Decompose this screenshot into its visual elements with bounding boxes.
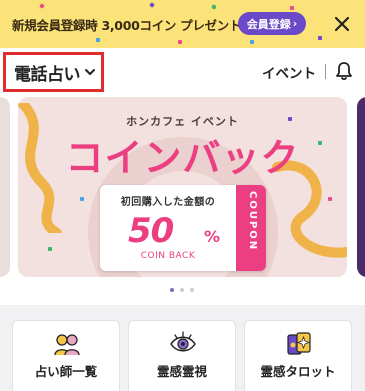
app-header: 電話占い イベント (0, 48, 365, 95)
confetti-decoration (290, 6, 294, 10)
bell-icon[interactable] (334, 60, 354, 82)
chevron-right-icon: › (292, 17, 298, 30)
confetti-decoration (80, 197, 84, 201)
coupon-card: 初回購入した金額の 50 % COIN BACK COUPON (100, 185, 266, 271)
promo-banner: 新規会員登録時 3,000コイン プレゼント! 会員登録 › (0, 0, 365, 48)
carousel-slide-coin-back[interactable]: ホンカフェ イベント コインバック 初回購入した金額の 50 % COIN BA… (18, 97, 347, 277)
event-link[interactable]: イベント (262, 62, 316, 82)
category-label: 霊感タロット (260, 364, 336, 379)
carousel-dot[interactable] (180, 288, 184, 292)
promo-carousel[interactable]: ホンカフェ イベント コインバック 初回購入した金額の 50 % COIN BA… (0, 95, 365, 305)
category-psychic-tarot[interactable]: 霊感タロット (244, 320, 352, 391)
confetti-decoration (48, 247, 52, 251)
coupon-stub: COUPON (236, 185, 266, 271)
register-button-label: 会員登録 (246, 17, 291, 31)
tarot-cards-icon (287, 332, 311, 355)
category-section: 占い師一覧 霊感霊視 霊感タロット (0, 305, 365, 391)
category-psychic-vision[interactable]: 霊感霊視 (128, 320, 236, 391)
confetti-decoration (211, 4, 217, 10)
slide-headline: コインバック (65, 136, 300, 180)
category-fortune-tellers[interactable]: 占い師一覧 (12, 320, 120, 391)
site-selector[interactable]: 電話占い (3, 52, 104, 92)
confetti-decoration (39, 3, 45, 9)
fortune-tellers-icon (54, 334, 80, 356)
confetti-decoration (149, 2, 155, 8)
confetti-decoration (250, 40, 254, 44)
carousel-dot[interactable] (190, 288, 194, 292)
coupon-description: 初回購入した金額の (120, 197, 216, 208)
category-label: 占い師一覧 (34, 364, 98, 379)
coupon-stub-text: COUPON (247, 191, 258, 252)
carousel-pagination (170, 288, 194, 292)
confetti-decoration (178, 40, 182, 44)
coupon-percent-sign: % (204, 227, 221, 246)
promo-text: 新規会員登録時 3,000コイン プレゼント! (12, 18, 247, 33)
close-icon[interactable] (330, 12, 354, 36)
register-button[interactable]: 会員登録 › (238, 12, 306, 35)
site-selector-label: 電話占い (14, 64, 81, 85)
coupon-caption: COIN BACK (140, 251, 196, 261)
chevron-down-icon (85, 69, 95, 75)
confetti-decoration (96, 38, 100, 42)
third-eye-icon (170, 331, 196, 352)
confetti-decoration (318, 36, 322, 40)
carousel-prev-slide[interactable] (0, 97, 10, 277)
coupon-percent: 50 (128, 211, 174, 251)
header-divider (325, 64, 326, 79)
carousel-dot[interactable] (170, 288, 174, 292)
category-label: 霊感霊視 (156, 364, 207, 379)
carousel-next-slide[interactable] (357, 97, 365, 277)
confetti-decoration (328, 197, 332, 201)
